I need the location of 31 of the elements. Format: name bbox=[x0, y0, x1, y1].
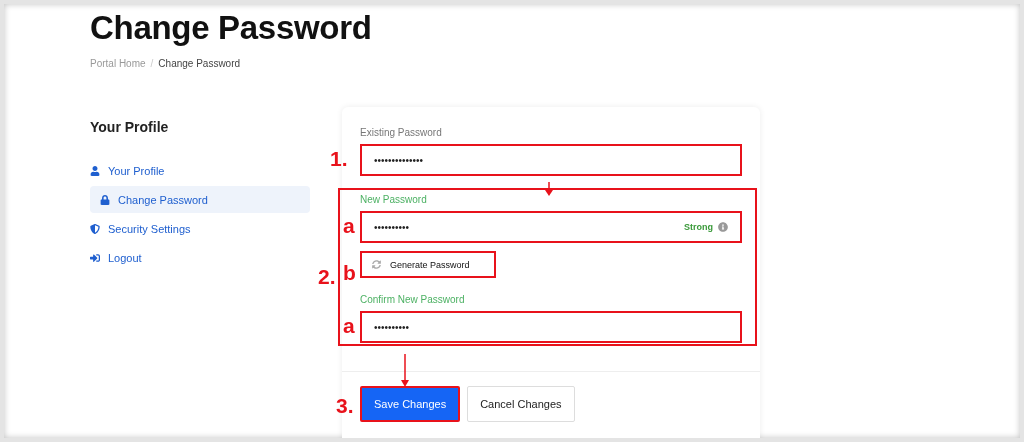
sidebar-heading: Your Profile bbox=[90, 119, 170, 135]
password-field[interactable]: •••••••••••••• bbox=[360, 144, 742, 176]
user-icon bbox=[90, 165, 100, 176]
password-field[interactable]: •••••••••• bbox=[360, 311, 742, 343]
logout-icon bbox=[90, 252, 100, 263]
sidebar-item[interactable]: Change Password bbox=[90, 186, 310, 213]
annotation-marker: 1. bbox=[330, 148, 348, 169]
sidebar-item[interactable]: Your Profile bbox=[90, 157, 310, 184]
annotation-marker: 2. bbox=[318, 266, 336, 287]
save-button[interactable]: Save Changes bbox=[360, 386, 461, 422]
annotation-marker: 3. bbox=[336, 395, 354, 416]
annotation-marker: b bbox=[343, 262, 356, 283]
breadcrumb-separator: / bbox=[150, 58, 154, 69]
breadcrumb-item: Change Password bbox=[158, 58, 241, 69]
arrow-connector bbox=[401, 354, 409, 388]
lock-icon bbox=[100, 194, 110, 205]
shield-icon bbox=[90, 223, 100, 234]
sidebar-item[interactable]: Security Settings bbox=[90, 215, 310, 242]
refresh-icon bbox=[372, 260, 381, 269]
annotation-marker: a bbox=[343, 315, 355, 336]
page-title: Change Password bbox=[90, 8, 373, 48]
strength-label: Strong bbox=[684, 222, 713, 232]
field-label: Existing Password bbox=[360, 127, 443, 138]
info-icon[interactable] bbox=[718, 222, 728, 232]
cancel-button[interactable]: Cancel Changes bbox=[467, 386, 575, 422]
password-field[interactable]: •••••••••• Strong bbox=[360, 211, 742, 243]
sidebar-item[interactable]: Logout bbox=[90, 244, 310, 271]
field-label: New Password bbox=[360, 194, 428, 205]
field-label: Confirm New Password bbox=[360, 294, 466, 305]
annotation-marker: a bbox=[343, 215, 355, 236]
generate-password-button[interactable]: Generate Password bbox=[360, 251, 496, 278]
